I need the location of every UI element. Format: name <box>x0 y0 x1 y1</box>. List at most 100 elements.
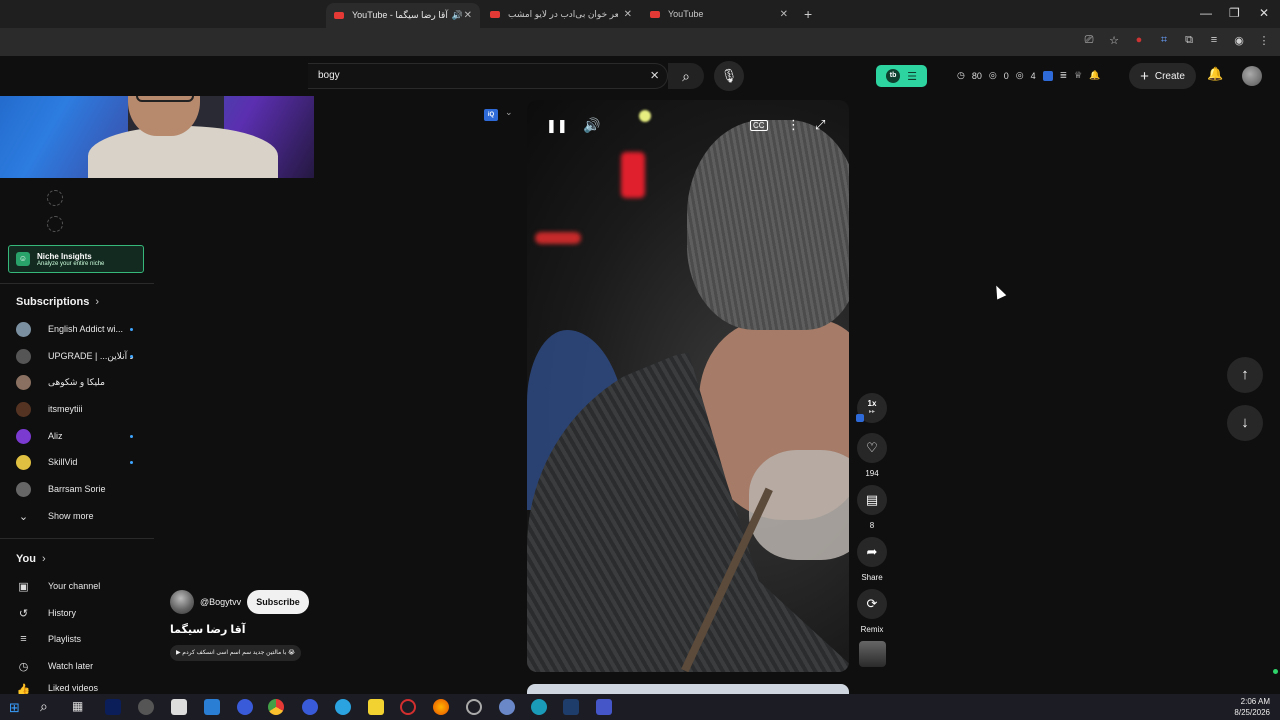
sidebar-subscription-item[interactable]: itsmeytiii <box>16 400 138 418</box>
search-input[interactable]: bogy <box>318 70 340 81</box>
tubebuddy-button[interactable]: tb ☰ <box>876 65 927 87</box>
comment-icon[interactable]: ▤ <box>857 485 887 515</box>
chrome-icon[interactable] <box>268 699 284 715</box>
fullscreen-icon[interactable]: ⤢ <box>815 117 825 133</box>
create-button[interactable]: + Create <box>1129 63 1196 89</box>
like-action[interactable]: ♡ 194 <box>857 433 887 478</box>
show-more-label: Show more <box>48 511 94 521</box>
app-icon[interactable] <box>204 699 220 715</box>
shorts-video-player[interactable]: ❚❚ 🔊 CC ⋮ ⤢ <box>527 100 849 672</box>
tab-close-icon[interactable]: ✕ <box>624 9 632 20</box>
sidebar-subscription-item[interactable]: Aliz <box>16 427 138 445</box>
niche-subtitle: Analyze your entire niche <box>37 260 105 267</box>
volume-icon[interactable]: 🔊 <box>583 117 600 134</box>
next-short-button[interactable]: ↓ <box>1227 405 1263 441</box>
comments-action[interactable]: ▤ 8 <box>857 485 887 530</box>
audio-playing-icon[interactable]: 🔊 <box>452 10 463 21</box>
sidebar-subscription-item[interactable]: English Addict wi... <box>16 320 138 338</box>
notifications-bell-icon[interactable]: 🔔 <box>1207 66 1223 82</box>
capcut-icon[interactable] <box>171 699 187 715</box>
share-action[interactable]: ➦ Share <box>857 537 887 582</box>
tab-close-icon[interactable]: ✕ <box>780 9 788 20</box>
share-icon[interactable]: ➦ <box>857 537 887 567</box>
settings-gear-icon[interactable] <box>138 699 154 715</box>
minimize-icon[interactable]: — <box>1200 6 1212 20</box>
sidebar-item-liked-videos[interactable]: 👍 Liked videos <box>16 683 98 694</box>
subscriptions-heading[interactable]: Subscriptions › <box>16 296 99 308</box>
sidebar-subscription-item[interactable]: Barrsam Sorie <box>16 480 138 498</box>
account-avatar[interactable] <box>1242 66 1262 86</box>
sidebar-item-history[interactable]: ↺ History <box>16 604 76 622</box>
remix-action[interactable]: ⟳ Remix <box>857 589 887 634</box>
heart-icon[interactable]: ♡ <box>857 433 887 463</box>
app-icon[interactable] <box>237 699 253 715</box>
previous-short-button[interactable]: ↑ <box>1227 357 1263 393</box>
chevron-down-icon[interactable]: ⌄ <box>505 107 513 118</box>
app-icon[interactable] <box>302 699 318 715</box>
audio-source-thumbnail[interactable] <box>859 641 886 667</box>
app-icon[interactable] <box>531 699 547 715</box>
sidebar-subscription-item[interactable]: ملیکا و شکوهی <box>16 373 138 391</box>
new-tab-button[interactable]: + <box>804 6 812 22</box>
profile-icon[interactable]: ◉ <box>1233 34 1245 47</box>
cast-icon[interactable]: ⎚ <box>1083 34 1095 47</box>
extension-red-icon[interactable]: ● <box>1133 34 1145 47</box>
captions-icon[interactable]: CC <box>750 120 768 131</box>
translate-icon[interactable]: ⌗ <box>1158 34 1170 47</box>
niche-insights-button[interactable]: ☺ Niche Insights Analyze your entire nic… <box>8 245 144 273</box>
media-control-icon[interactable]: ≡ <box>1208 34 1220 47</box>
restore-icon[interactable]: ❐ <box>1229 6 1240 20</box>
bookmark-star-icon[interactable]: ☆ <box>1108 34 1120 47</box>
next-short-preview[interactable] <box>527 684 849 694</box>
firefox-icon[interactable] <box>433 699 449 715</box>
tab-close-icon[interactable]: ✕ <box>464 10 472 21</box>
windows-start-icon[interactable]: ⊞ <box>9 700 20 716</box>
vidiq-extension-icon[interactable] <box>1042 70 1053 81</box>
search-box[interactable]: bogy × <box>308 63 668 89</box>
sidebar-subscription-item[interactable]: SkillVid <box>16 453 138 471</box>
trophy-icon[interactable]: ♕ <box>1074 70 1082 81</box>
channel-handle[interactable]: @Bogytvv <box>200 597 241 607</box>
show-more-button[interactable]: ⌄ Show more <box>16 507 94 525</box>
search-button[interactable]: ⌕ <box>668 63 704 89</box>
close-window-icon[interactable]: ✕ <box>1259 6 1269 20</box>
taskbar-search-icon[interactable]: ⌕ <box>40 698 48 715</box>
opera-icon[interactable] <box>400 699 416 715</box>
browser-menu-icon[interactable]: ⋮ <box>1258 34 1270 47</box>
person-box-icon: ▣ <box>18 580 29 593</box>
subscribe-button[interactable]: Subscribe <box>247 590 309 614</box>
vidiq-button[interactable]: iQ <box>484 109 498 121</box>
you-heading[interactable]: You › <box>16 553 46 565</box>
app-icon[interactable] <box>466 699 482 715</box>
notes-icon[interactable] <box>368 699 384 715</box>
more-options-icon[interactable]: ⋮ <box>787 117 800 133</box>
browser-tab[interactable]: YouTube ✕ <box>642 4 796 24</box>
channel-avatar <box>16 321 31 337</box>
mouse-cursor-icon <box>991 283 1007 300</box>
browser-tab-active[interactable]: YouTube - آقا رضا سیگما 🔊 ✕ <box>326 3 480 28</box>
photoshop-icon[interactable] <box>105 699 121 715</box>
app-icon[interactable] <box>499 699 515 715</box>
sidebar-item-playlists[interactable]: ≡ Playlists <box>16 630 81 648</box>
extensions-puzzle-icon[interactable]: ⧉ <box>1183 34 1195 47</box>
system-clock[interactable]: 2:06 AM 8/25/2026 <box>1234 696 1270 718</box>
sidebar-item-watch-later[interactable]: ◷ Watch later <box>16 657 94 675</box>
remix-icon[interactable]: ⟳ <box>857 589 887 619</box>
task-view-icon[interactable]: ▦ <box>72 699 88 715</box>
notification-extension-icon[interactable]: 🔔 <box>1089 70 1100 81</box>
sidebar-subscription-item[interactable]: UPGRADE | ...د آنلاین <box>16 347 138 365</box>
channel-avatar[interactable] <box>170 590 194 614</box>
steam-icon[interactable] <box>563 699 579 715</box>
video-content <box>621 152 645 198</box>
stat-likes: 0 <box>1003 70 1009 81</box>
sidebar-item-your-channel[interactable]: ▣ Your channel <box>16 577 100 595</box>
pause-icon[interactable]: ❚❚ <box>546 118 568 134</box>
app-icon[interactable] <box>596 699 612 715</box>
suggested-video-chip[interactable]: ▶ با مالتین جدید سم اسم اسی انسکف کردم 😭 <box>170 645 302 661</box>
clear-search-icon[interactable]: × <box>650 67 659 84</box>
extension-stats: ◷ 80 ◎ 0 ◎ 4 ≣ ♕ 🔔 <box>957 70 1100 81</box>
list-icon[interactable]: ≣ <box>1060 70 1068 81</box>
voice-search-button[interactable]: 🎙 <box>714 61 744 91</box>
browser-tab[interactable]: مرد شعر خوان بی‌ادب در لایو امشب ✕ <box>482 4 640 24</box>
telegram-icon[interactable] <box>335 699 351 715</box>
